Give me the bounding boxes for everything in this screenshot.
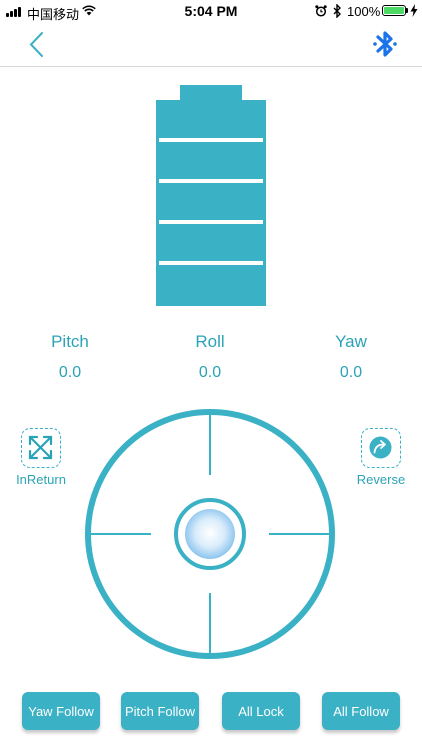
reverse-button[interactable] bbox=[361, 428, 401, 468]
pitch-value: 0.0 bbox=[58, 364, 82, 381]
chevron-left-icon bbox=[29, 32, 43, 57]
roll-label: Roll bbox=[195, 332, 225, 351]
bluetooth-button[interactable] bbox=[370, 28, 400, 60]
battery-segment-divider bbox=[159, 179, 263, 183]
bluetooth-status-icon bbox=[333, 4, 341, 18]
bluetooth-icon bbox=[373, 31, 397, 57]
alarm-icon bbox=[315, 5, 327, 17]
all-follow-button[interactable]: All Follow bbox=[322, 692, 400, 730]
nav-divider bbox=[0, 66, 422, 67]
reverse-arrow-icon bbox=[369, 436, 392, 459]
yaw-label: Yaw bbox=[335, 332, 367, 351]
back-button[interactable] bbox=[22, 30, 52, 60]
battery-tip bbox=[406, 8, 408, 13]
pitch-follow-button[interactable]: Pitch Follow bbox=[121, 692, 199, 730]
status-bar: 中国移动 5:04 PM 100% bbox=[0, 0, 422, 24]
battery-segment-divider bbox=[159, 138, 263, 142]
battery-icon bbox=[382, 5, 406, 16]
expand-arrows-icon bbox=[28, 435, 53, 460]
yaw-value: 0.0 bbox=[339, 364, 363, 381]
roll-value: 0.0 bbox=[198, 364, 222, 381]
battery-segment-divider bbox=[159, 220, 263, 224]
all-lock-button[interactable]: All Lock bbox=[222, 692, 300, 730]
inreturn-button[interactable] bbox=[21, 428, 61, 468]
pitch-label: Pitch bbox=[51, 332, 89, 351]
battery-segment-divider bbox=[159, 261, 263, 265]
battery-percentage: 100% bbox=[347, 4, 381, 19]
joystick-knob[interactable] bbox=[185, 509, 235, 559]
battery-level-indicator bbox=[156, 100, 266, 306]
yaw-follow-button[interactable]: Yaw Follow bbox=[22, 692, 100, 730]
battery-level-cap bbox=[180, 85, 242, 101]
inreturn-label: InReturn bbox=[16, 472, 66, 487]
reverse-label: Reverse bbox=[356, 472, 406, 487]
joystick[interactable] bbox=[83, 407, 337, 661]
charging-bolt-icon bbox=[410, 4, 418, 17]
